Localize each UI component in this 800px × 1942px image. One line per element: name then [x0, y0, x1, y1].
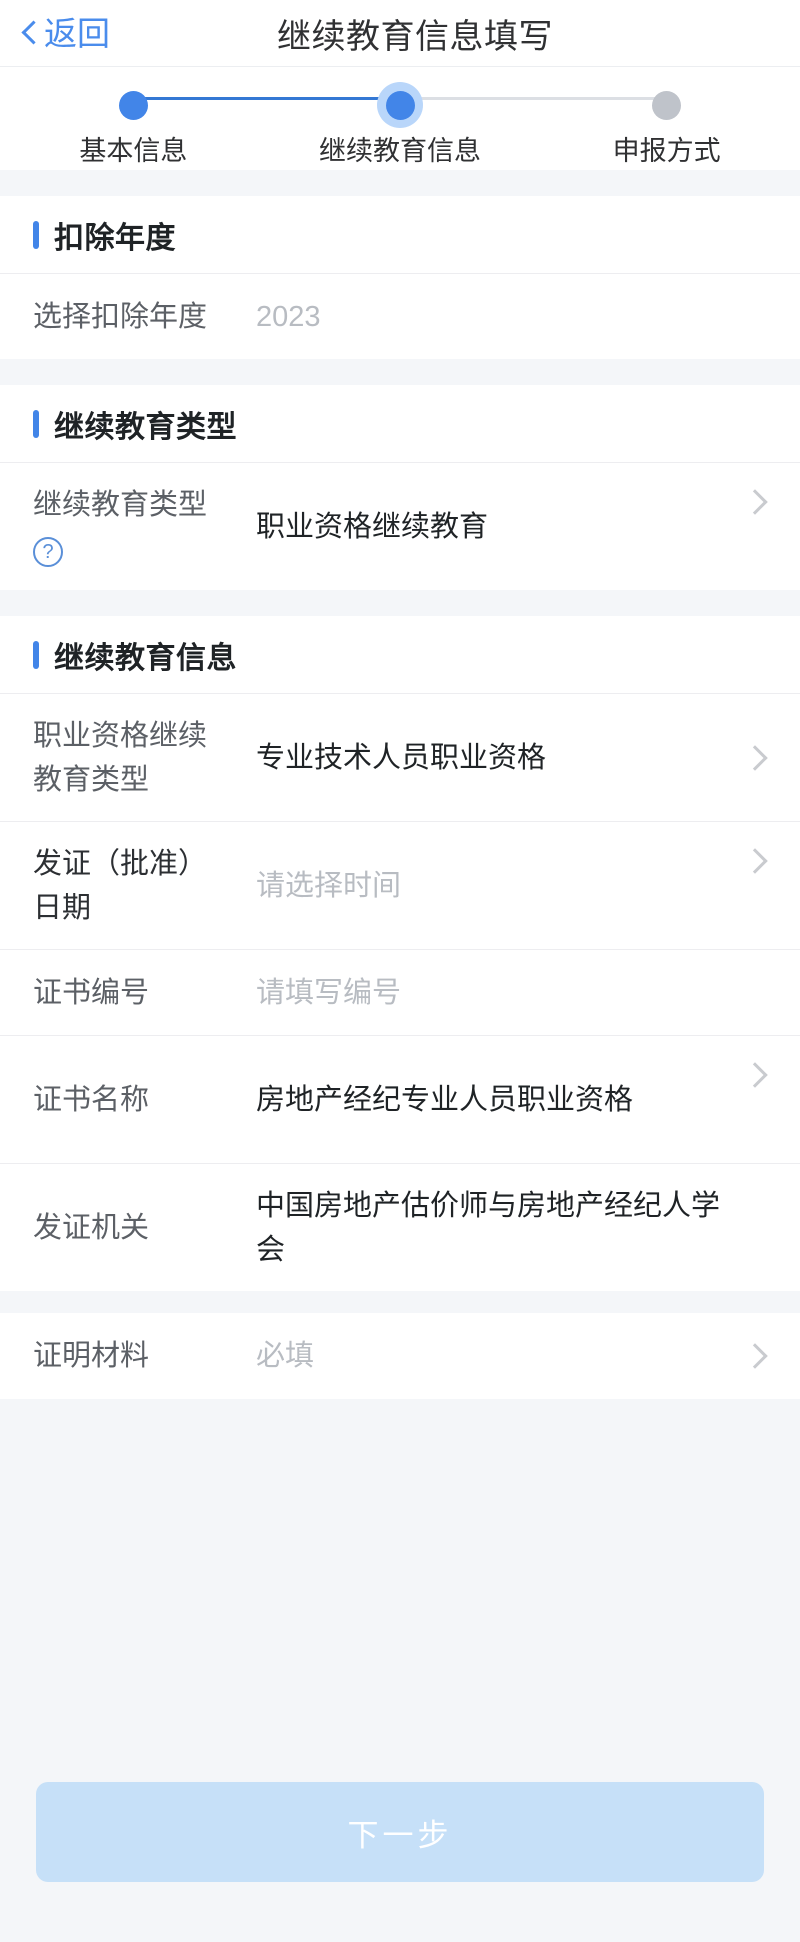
section-accent-bar — [33, 220, 39, 249]
row-certificate-number[interactable]: 证书编号 请填写编号 — [0, 949, 800, 1035]
navigation-bar: 返回 继续教育信息填写 — [0, 0, 800, 66]
stepper-label-3: 申报方式 — [612, 136, 721, 166]
chevron-right-icon — [744, 980, 770, 1006]
section-title: 继续教育类型 — [54, 410, 237, 444]
section-proof-materials: 证明材料 必填 — [0, 1313, 800, 1399]
row-value: 房地产经纪专业人员职业资格 — [256, 1083, 634, 1116]
section-gap — [0, 1291, 800, 1313]
row-label: 发证机关 — [33, 1211, 150, 1244]
footer-action-bar: 下一步 — [0, 1744, 800, 1942]
row-label: 证明材料 — [33, 1340, 150, 1372]
stepper-labels: 基本信息 继续教育信息 申报方式 — [0, 129, 800, 168]
row-value: 职业资格继续教育 — [256, 510, 489, 543]
page-title: 继续教育信息填写 — [277, 17, 553, 56]
chevron-right-icon — [744, 304, 770, 330]
row-value: 请选择时间 — [256, 869, 402, 902]
row-education-type[interactable]: 继续教育类型 ? 职业资格继续教育 — [0, 462, 800, 590]
question-circle-icon[interactable]: ? — [33, 536, 63, 567]
section-header: 扣除年度 — [0, 196, 800, 273]
row-qualification-education-type[interactable]: 职业资格继续教育类型 专业技术人员职业资格 — [0, 693, 800, 821]
row-value: 中国房地产估价师与房地产经纪人学会 — [256, 1189, 721, 1266]
app-screen: 返回 继续教育信息填写 基本信息 继续教育信息 申报方式 扣除年度 选择扣除年度… — [0, 0, 800, 1942]
row-value: 专业技术人员职业资格 — [256, 741, 547, 774]
stepper-dot-wrap-3 — [645, 83, 689, 127]
row-issuing-authority[interactable]: 发证机关 中国房地产估价师与房地产经纪人学会 — [0, 1163, 800, 1291]
section-gap — [0, 359, 800, 385]
chevron-right-icon — [744, 489, 770, 515]
form-content: 扣除年度 选择扣除年度 2023 继续教育类型 继续教育类型 ? 职业资格继续教… — [0, 170, 800, 1744]
row-label-wrap: 继续教育类型 ? — [33, 483, 228, 571]
row-issue-date[interactable]: 发证（批准）日期 请选择时间 — [0, 821, 800, 949]
row-label: 继续教育类型 — [33, 488, 208, 521]
chevron-right-icon — [744, 1215, 770, 1241]
section-education-type: 继续教育类型 继续教育类型 ? 职业资格继续教育 — [0, 385, 800, 590]
stepper-dots — [0, 67, 800, 131]
row-proof-materials[interactable]: 证明材料 必填 — [0, 1313, 800, 1399]
chevron-right-icon — [744, 1062, 770, 1088]
chevron-right-icon — [744, 848, 770, 874]
stepper-dot-3 — [652, 90, 682, 120]
section-education-info: 继续教育信息 职业资格继续教育类型 专业技术人员职业资格 发证（批准）日期 请选… — [0, 616, 800, 1291]
next-step-button[interactable]: 下一步 — [36, 1782, 764, 1882]
stepper-label-1: 基本信息 — [79, 136, 188, 166]
progress-stepper: 基本信息 继续教育信息 申报方式 — [0, 66, 800, 170]
row-label: 发证（批准）日期 — [33, 847, 208, 924]
section-title: 继续教育信息 — [54, 641, 237, 675]
section-gap — [0, 170, 800, 196]
stepper-step-3[interactable] — [533, 67, 800, 131]
stepper-step-1[interactable] — [0, 67, 267, 131]
stepper-label-2: 继续教育信息 — [319, 136, 481, 166]
row-label: 证书编号 — [33, 976, 150, 1009]
row-label: 选择扣除年度 — [33, 300, 208, 333]
stepper-dot-2 — [385, 90, 415, 120]
section-header: 继续教育类型 — [0, 385, 800, 462]
certificate-number-input[interactable]: 请填写编号 — [228, 971, 738, 1015]
stepper-dot-1 — [118, 90, 148, 120]
stepper-dot-wrap-1 — [111, 83, 155, 127]
chevron-right-icon — [744, 745, 770, 771]
row-label: 证书名称 — [33, 1083, 150, 1116]
row-value: 必填 — [256, 1340, 315, 1372]
section-title: 扣除年度 — [54, 221, 176, 255]
row-certificate-name[interactable]: 证书名称 房地产经纪专业人员职业资格 — [0, 1035, 800, 1163]
row-label: 职业资格继续教育类型 — [33, 719, 208, 796]
row-value: 2023 — [256, 300, 321, 333]
chevron-right-icon — [744, 1343, 770, 1369]
section-deduction-year: 扣除年度 选择扣除年度 2023 — [0, 196, 800, 359]
section-accent-bar — [33, 640, 39, 669]
stepper-dot-wrap-2 — [377, 82, 423, 128]
section-accent-bar — [33, 409, 39, 438]
row-select-deduction-year[interactable]: 选择扣除年度 2023 — [0, 273, 800, 359]
section-header: 继续教育信息 — [0, 616, 800, 693]
section-gap — [0, 590, 800, 616]
stepper-step-2[interactable] — [267, 67, 534, 131]
